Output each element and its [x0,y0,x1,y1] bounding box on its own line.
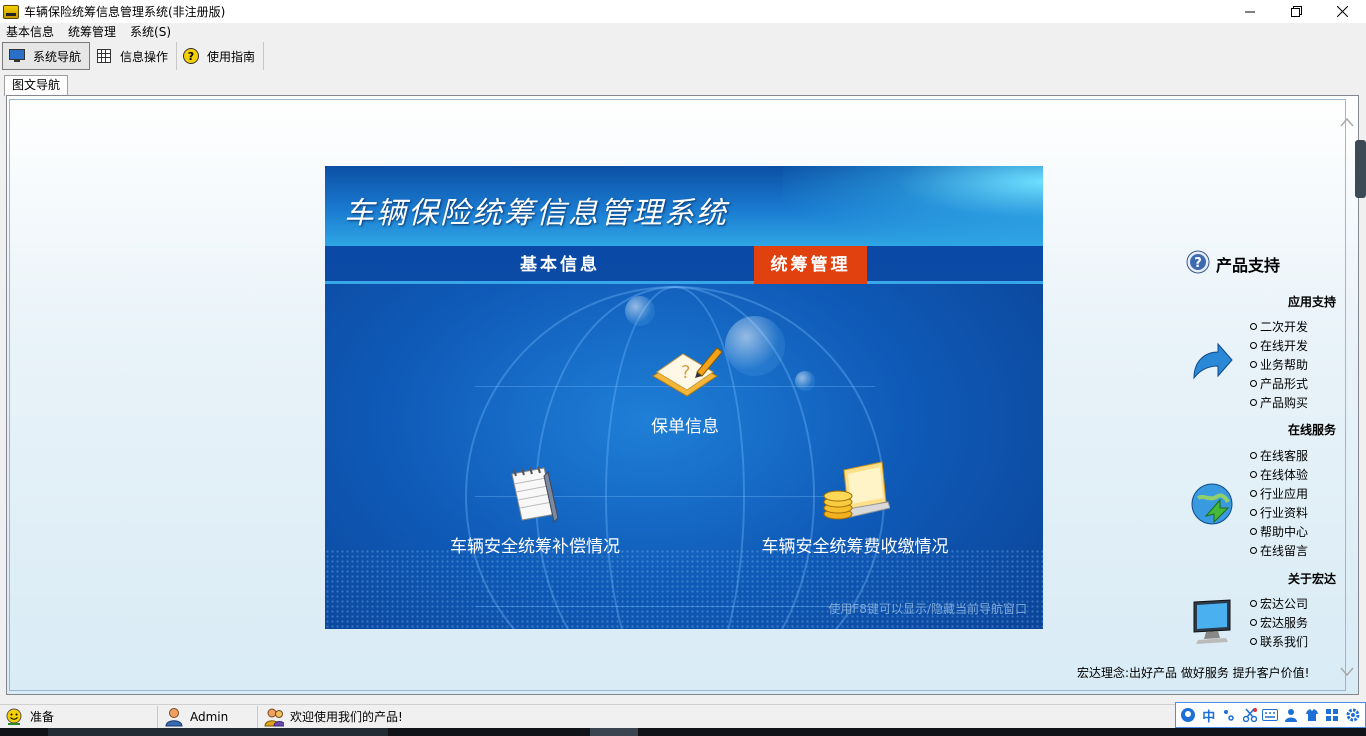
link-secondary-dev[interactable]: 二次开发 [1250,318,1308,335]
link-hongda-company[interactable]: 宏达公司 [1250,595,1308,612]
status-ready-text: 准备 [30,710,55,724]
banner-title: 车辆保险统筹信息管理系统 [344,196,728,231]
app-support-heading: 应用支持 [1287,295,1336,309]
help-icon: ? [183,48,200,64]
ime-logo-icon[interactable] [1180,707,1196,723]
dot-pattern [325,549,1043,629]
monitor-icon [9,48,25,64]
close-icon [1336,6,1348,17]
link-online-cs[interactable]: 在线客服 [1250,447,1308,464]
ime-grid-icon[interactable] [1324,707,1340,723]
ime-punctuation-icon[interactable] [1221,707,1237,723]
ime-keyboard-icon[interactable] [1262,707,1279,723]
link-hongda-service[interactable]: 宏达服务 [1250,614,1308,631]
link-online-trial[interactable]: 在线体验 [1250,466,1308,483]
info-operation-button[interactable]: 信息操作 [90,42,178,70]
svg-text:?: ? [188,50,194,63]
globe-arrow-icon [1191,483,1233,525]
banner-nav: 基本信息 统筹管理 [325,246,1043,284]
link-business-help[interactable]: 业务帮助 [1250,356,1308,373]
status-bar: 准备 Admin 欢迎使用我们的产品! [0,704,1366,728]
svg-text:?: ? [681,362,691,383]
app-car-icon [3,4,19,19]
link-industry-docs[interactable]: 行业资料 [1250,504,1308,521]
tab-strip: 图文导航 [0,73,1366,96]
ime-toolbar: 中 [1175,702,1366,728]
status-ready: 准备 [0,705,158,728]
link-product-purchase[interactable]: 产品购买 [1250,394,1308,411]
nav-pool-management[interactable]: 统筹管理 [754,246,867,284]
user-guide-button[interactable]: ? 使用指南 [177,42,265,70]
link-contact-us[interactable]: 联系我们 [1250,633,1308,650]
scroll-up-icon[interactable] [1340,116,1354,130]
restore-icon [1290,6,1302,17]
menu-pool-management[interactable]: 统筹管理 [62,23,124,41]
svg-text:?: ? [1194,256,1202,271]
system-navigation-label: 系统导航 [33,49,82,64]
user-icon [164,707,184,727]
link-product-form[interactable]: 产品形式 [1250,375,1308,392]
policy-info-label: 保单信息 [651,417,719,437]
tab-graphic-navigation[interactable]: 图文导航 [4,75,69,96]
link-industry-apps[interactable]: 行业应用 [1250,485,1308,502]
taskbar-item[interactable] [590,728,638,736]
scroll-down-icon[interactable] [1340,666,1354,680]
online-service-heading: 在线服务 [1287,423,1336,437]
banner-header: 车辆保险统筹信息管理系统 [325,166,1043,246]
status-user: Admin [158,705,258,728]
notepad-pen-icon [511,466,559,524]
monitor-icon [1193,599,1231,644]
grid-icon [96,48,112,64]
nav-basic-info[interactable]: 基本信息 [495,246,625,284]
ime-settings-icon[interactable] [1345,707,1361,723]
link-online-message[interactable]: 在线留言 [1250,542,1308,559]
notebook-pencil-icon: ? [652,347,723,397]
system-navigation-button[interactable]: 系统导航 [2,42,91,70]
user-guide-label: 使用指南 [207,49,256,64]
navigation-banner: 车辆保险统筹信息管理系统 基本信息 统筹管理 ? 保单信息 车辆安全统筹补偿情况 [325,166,1043,629]
title-bar: 车辆保险统筹信息管理系统(非注册版) [0,0,1366,23]
ime-user-icon[interactable] [1283,707,1299,723]
compensation-label: 车辆安全统筹补偿情况 [450,537,620,557]
company-slogan: 宏达理念:出好产品 做好服务 提升客户价值! [1077,666,1310,680]
link-help-center[interactable]: 帮助中心 [1250,523,1308,540]
arrow-right-icon [1193,342,1233,380]
bubble-decoration [795,371,815,391]
minimize-button[interactable] [1227,0,1273,23]
policy-info-link[interactable]: ? 保单信息 [625,342,745,437]
users-group-icon [264,707,284,727]
compensation-link[interactable]: 车辆安全统筹补偿情况 [435,464,635,557]
info-operation-label: 信息操作 [120,49,169,64]
minimize-icon [1245,11,1255,12]
scrollbar-thumb[interactable] [1355,140,1366,198]
ime-scissors-icon[interactable] [1242,707,1258,723]
window-title: 车辆保险统筹信息管理系统(非注册版) [24,5,226,19]
question-circle-icon: ? [1186,250,1210,274]
menu-basic-info[interactable]: 基本信息 [0,23,62,41]
coins-laptop-icon [823,461,890,520]
taskbar-item[interactable] [48,728,388,736]
status-welcome-text: 欢迎使用我们的产品! [290,710,403,724]
fee-collection-link[interactable]: 车辆安全统筹费收缴情况 [735,458,975,557]
bubble-decoration [625,296,655,326]
product-support-title: 产品支持 [1216,256,1281,275]
about-hongda-heading: 关于宏达 [1287,572,1336,586]
smiley-icon [4,707,24,727]
status-user-text: Admin [190,709,229,724]
f8-hint: 使用F8键可以显示/隐藏当前导航窗口 [828,602,1027,616]
link-online-dev[interactable]: 在线开发 [1250,337,1308,354]
os-taskbar [0,728,1366,736]
fee-collection-label: 车辆安全统筹费收缴情况 [761,537,949,557]
restore-button[interactable] [1273,0,1319,23]
toolbar: 系统导航 信息操作 ? 使用指南 [0,41,1366,71]
status-welcome: 欢迎使用我们的产品! [258,706,758,728]
ime-skin-icon[interactable] [1304,707,1320,723]
menu-bar: 基本信息 统筹管理 系统(S) [0,23,1366,41]
menu-system[interactable]: 系统(S) [124,23,179,41]
ime-language-toggle[interactable]: 中 [1201,707,1217,725]
close-button[interactable] [1319,0,1365,23]
